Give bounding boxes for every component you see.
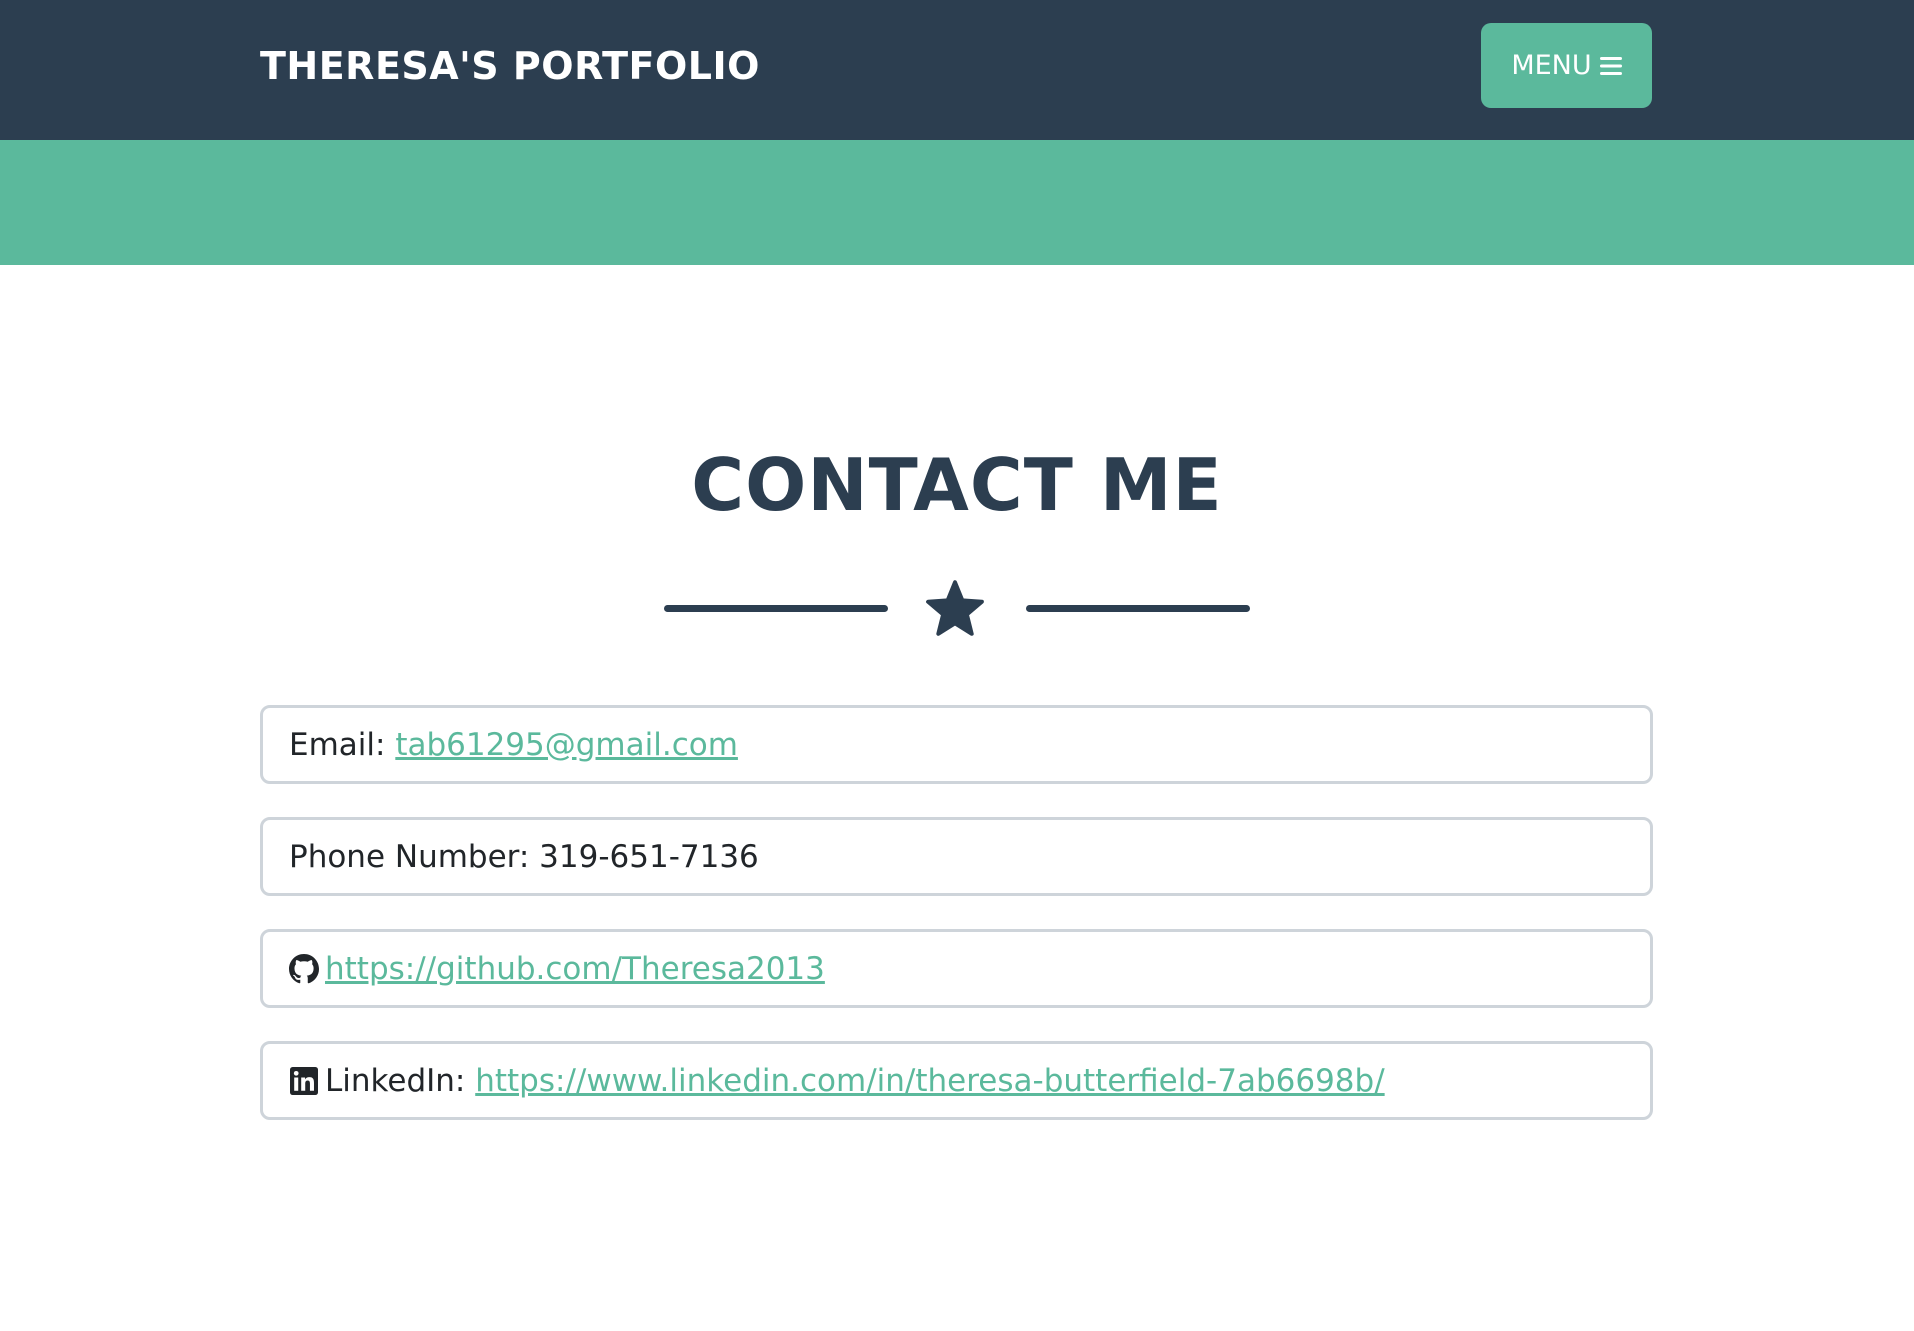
brand-link[interactable]: THERESA'S PORTFOLIO	[260, 42, 760, 90]
section-title: CONTACT ME	[691, 443, 1223, 527]
accent-band	[0, 140, 1914, 265]
linkedin-label: LinkedIn:	[325, 1062, 476, 1099]
contact-list: Email: tab61295@gmail.com Phone Number: …	[260, 705, 1653, 1153]
phone-item: Phone Number: 319-651-7136	[260, 817, 1653, 896]
divider-line-right	[1026, 605, 1250, 612]
linkedin-item: LinkedIn: https://www.linkedin.com/in/th…	[260, 1041, 1653, 1120]
email-item: Email: tab61295@gmail.com	[260, 705, 1653, 784]
email-link[interactable]: tab61295@gmail.com	[395, 727, 738, 763]
divider-line-left	[664, 605, 888, 612]
linkedin-link[interactable]: https://www.linkedin.com/in/theresa-butt…	[475, 1063, 1384, 1099]
github-icon	[289, 953, 319, 984]
phone-label: Phone Number:	[289, 838, 540, 875]
phone-number: 319-651-7136	[539, 838, 759, 875]
menu-label: MENU	[1511, 50, 1592, 81]
hamburger-icon	[1599, 56, 1622, 76]
email-label: Email:	[289, 726, 396, 763]
linkedin-icon	[289, 1066, 319, 1096]
menu-button[interactable]: MENU	[1481, 23, 1652, 108]
navbar: THERESA'S PORTFOLIO MENU	[0, 0, 1914, 140]
star-icon	[920, 576, 990, 644]
title-divider	[664, 572, 1250, 644]
github-link[interactable]: https://github.com/Theresa2013	[325, 951, 825, 987]
github-item: https://github.com/Theresa2013	[260, 929, 1653, 1008]
